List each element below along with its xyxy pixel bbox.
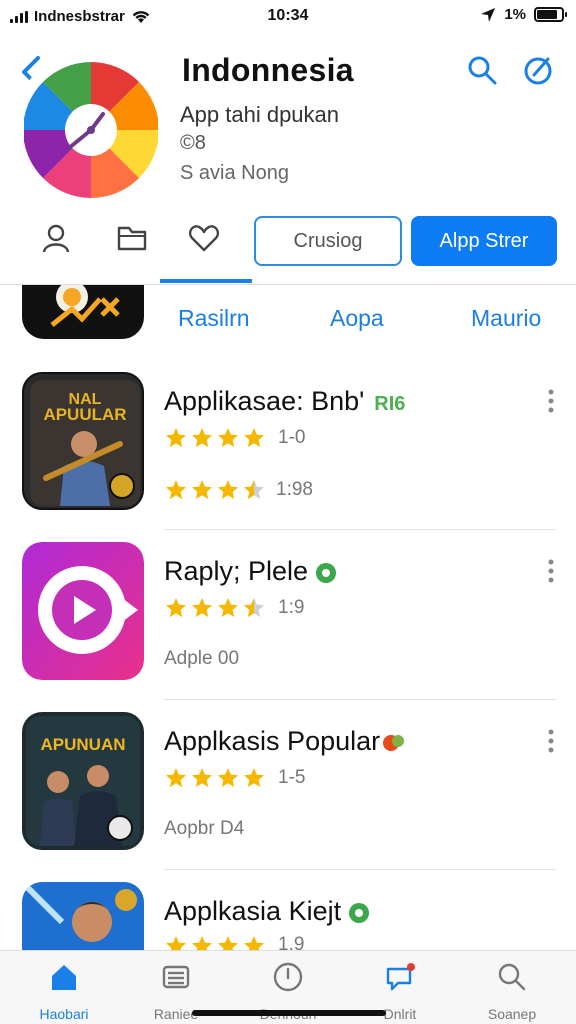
star-icon <box>244 936 264 950</box>
portrait-icon <box>22 882 144 960</box>
rating-value: 1.9 <box>278 934 305 950</box>
battery-label: 1% <box>504 6 526 23</box>
rating-stars: 1:9 <box>164 596 304 620</box>
clock-icon <box>273 962 303 992</box>
app-icon <box>24 62 158 198</box>
app-list-icon <box>22 882 144 960</box>
status-bar: Indnesbstrar 10:34 1% <box>0 0 576 34</box>
star-icon <box>218 768 238 787</box>
star-icon <box>218 598 238 617</box>
folder-icon[interactable] <box>116 222 148 254</box>
verified-badge-icon <box>316 562 337 583</box>
rating-value: 1-5 <box>278 767 306 788</box>
search-icon <box>498 963 526 991</box>
chat-icon <box>386 963 415 991</box>
app-name: Applkasia Kiejt <box>164 896 370 927</box>
poster-title-text: APUNUAN <box>41 735 126 754</box>
segment-aopa[interactable]: Aopa <box>330 305 384 332</box>
battery-icon <box>534 7 567 22</box>
rating-value: 1-0 <box>278 427 306 448</box>
star-icon <box>244 480 264 499</box>
home-icon <box>52 965 76 990</box>
secondary-rating-value: 1:98 <box>276 479 313 500</box>
star-icon <box>244 428 264 447</box>
battery-fill <box>537 10 558 19</box>
home-indicator <box>192 1010 386 1016</box>
app-list-icon: APUNUAN <box>22 712 144 850</box>
poster-title-text: APUULAR <box>43 405 126 424</box>
star-icon <box>192 936 212 950</box>
verified-badge-icon <box>349 902 370 923</box>
more-options-icon[interactable] <box>546 728 556 754</box>
rating-stars: 1-0 <box>164 426 305 450</box>
star-icon <box>244 768 264 787</box>
play-icon <box>22 542 144 680</box>
app-list-icon <box>22 542 144 680</box>
app-name: Applikasae: Bnb' RI6 <box>164 386 405 417</box>
developer-label: Aopbr D4 <box>164 818 245 839</box>
list-icon <box>162 965 190 989</box>
star-icon <box>218 936 238 950</box>
tab-search[interactable]: Soanep <box>462 961 562 1022</box>
active-tab-indicator <box>160 279 252 283</box>
list-item[interactable]: NAL APUULAR Applikasae: Bnb' RI6 1-0 1:98 <box>0 360 576 530</box>
more-options-icon[interactable] <box>546 558 556 584</box>
poster-icon: APUNUAN <box>22 712 144 850</box>
app-meta: ©8 <box>180 132 206 154</box>
location-arrow-icon <box>481 7 496 22</box>
segment-rasilrn[interactable]: Rasilrn <box>178 305 250 332</box>
app-name: Applkasis Popular <box>164 726 406 757</box>
star-icon <box>192 598 212 617</box>
secondary-rating: 1:98 <box>164 478 313 502</box>
star-icon <box>166 480 186 499</box>
status-right: 1% <box>480 6 567 23</box>
tab-label: Haobari <box>39 1006 89 1022</box>
search-icon[interactable] <box>466 54 498 86</box>
app-tag: RI6 <box>374 393 406 415</box>
secondary-button[interactable]: Crusiog <box>254 216 402 266</box>
app-name-text: Applikasae: Bnb' <box>164 386 365 416</box>
app-name-text: Applkasis Popular <box>164 726 381 756</box>
star-icon <box>166 768 186 787</box>
action-row: Crusiog Alpp Strer <box>0 214 576 268</box>
app-list-icon: NAL APUULAR <box>22 372 144 510</box>
star-icon <box>166 598 186 617</box>
segment-row: Rasilrn Aopa Maurio <box>0 285 576 347</box>
segment-maurio[interactable]: Maurio <box>471 305 541 332</box>
app-subtitle: App tahi dpukan <box>180 102 340 127</box>
partial-icon-art <box>50 285 120 327</box>
heart-icon[interactable] <box>188 222 220 254</box>
tab-home[interactable]: Haobari <box>14 961 114 1022</box>
app-name-text: Raply; Plele <box>164 556 309 586</box>
app-author: S avia Nong <box>180 162 289 184</box>
star-icon <box>166 936 186 950</box>
star-icon <box>192 428 212 447</box>
sticker-icon <box>383 734 405 751</box>
developer-label: Adple 00 <box>164 648 240 669</box>
app-title: Indonnesia <box>182 52 354 88</box>
user-icon[interactable] <box>40 222 72 254</box>
star-icon <box>192 480 212 499</box>
list-item[interactable]: Raply; Plele 1:9 Adple 00 <box>0 530 576 700</box>
star-icon <box>218 428 238 447</box>
color-wheel-icon <box>24 62 158 198</box>
app-name-text: Applkasia Kiejt <box>164 896 342 926</box>
star-icon <box>192 768 212 787</box>
app-store-button[interactable]: Alpp Strer <box>411 216 557 266</box>
app-name: Raply; Plele <box>164 556 337 587</box>
rating-value: 1:9 <box>278 597 305 618</box>
more-options-icon[interactable] <box>546 388 556 414</box>
star-icon <box>218 480 238 499</box>
rating-stars: 1.9 <box>164 934 304 950</box>
list-item[interactable]: APUNUAN Applkasis Popular 1-5 Aopbr D4 <box>0 700 576 870</box>
compass-icon[interactable] <box>522 54 554 86</box>
star-icon <box>166 428 186 447</box>
tab-label: Soanep <box>487 1006 537 1022</box>
rating-stars: 1-5 <box>164 766 305 790</box>
app-header: Indonnesia App tahi dpukan ©8 S avia Non… <box>0 40 576 200</box>
rating-stars-secondary <box>164 478 266 502</box>
poster-icon: NAL APUULAR <box>24 374 142 508</box>
partial-app-icon[interactable] <box>22 285 144 339</box>
star-icon <box>244 598 264 617</box>
